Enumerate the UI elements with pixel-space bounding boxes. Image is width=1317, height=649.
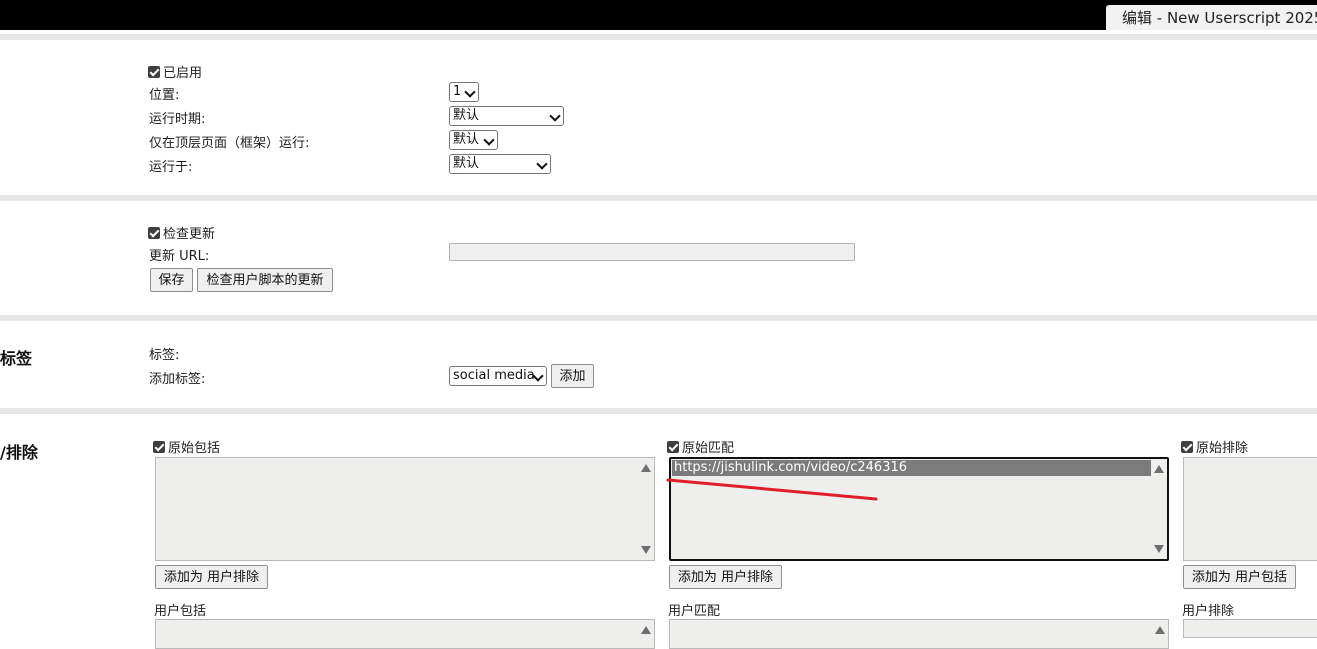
- annotation-overlay: [666, 478, 878, 501]
- red-annotation-line: [666, 478, 878, 501]
